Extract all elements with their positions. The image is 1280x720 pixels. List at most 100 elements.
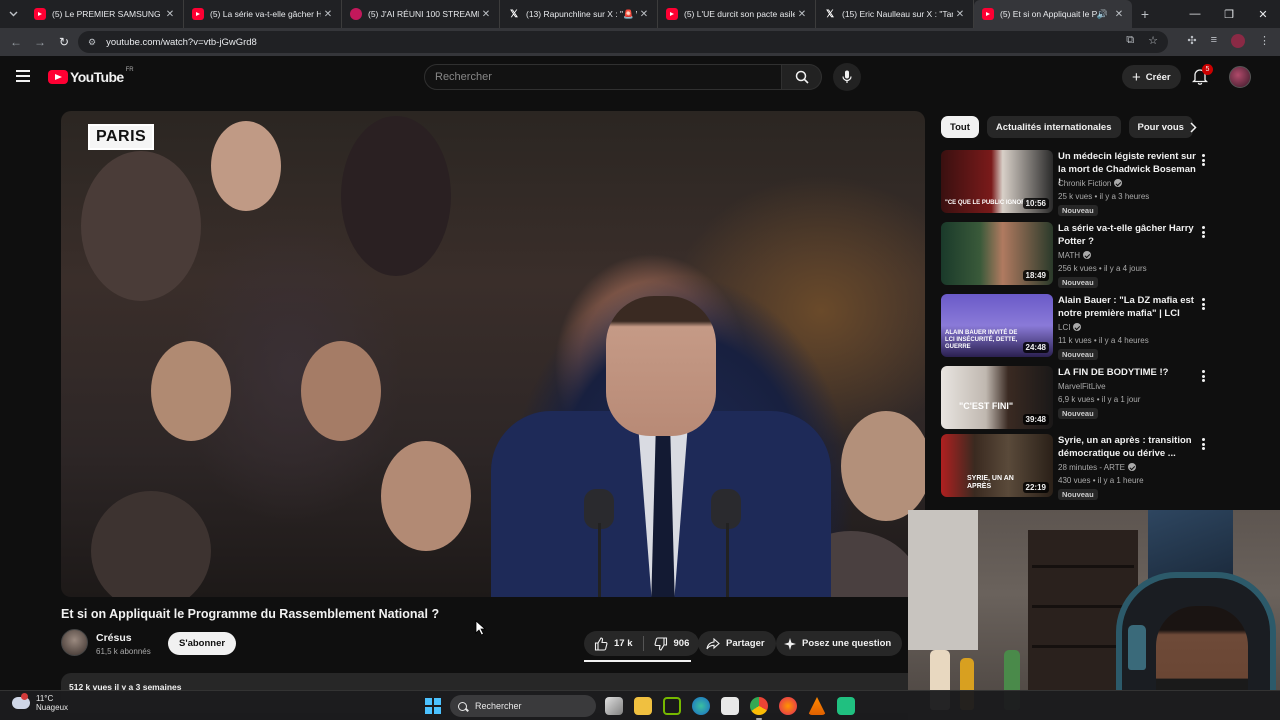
reload-icon[interactable]: ↻ — [52, 35, 76, 49]
chrome-icon[interactable] — [750, 697, 768, 720]
recommendation-item[interactable]: ALAIN BAUER INVITÉ DE LCI INSÉCURITÉ, DE… — [941, 294, 1221, 360]
install-app-icon[interactable]: ⧉ — [1126, 34, 1134, 47]
bookmark-star-icon[interactable]: ☆ — [1148, 34, 1158, 47]
video-thumbnail[interactable]: ALAIN BAUER INVITÉ DE LCI INSÉCURITÉ, DE… — [941, 294, 1053, 357]
chip-tout[interactable]: Tout — [941, 116, 979, 138]
recommendation-channel[interactable]: Chronik Fiction — [1058, 179, 1123, 188]
more-options-icon[interactable] — [1200, 368, 1206, 384]
recommendation-item[interactable]: "C'EST FINI" 39:48 LA FIN DE BODYTIME !?… — [941, 366, 1221, 432]
microphone-stand — [598, 523, 601, 597]
channel-name: MarvelFitLive — [1058, 382, 1106, 391]
recommendation-channel[interactable]: MarvelFitLive — [1058, 382, 1106, 391]
close-window-icon[interactable]: ✕ — [1246, 0, 1280, 28]
url-omnibox[interactable]: ⚙ youtube.com/watch?v=vtb-jGwGrd8 ⧉ ☆ — [78, 31, 1168, 53]
voice-search-button[interactable] — [833, 63, 861, 91]
windows-taskbar: 11°C Nuageux Rechercher — [0, 690, 1280, 720]
search-button[interactable] — [782, 64, 822, 90]
taskbar-search[interactable]: Rechercher — [450, 695, 596, 717]
more-options-icon[interactable] — [1200, 152, 1206, 168]
youtube-logo[interactable]: YouTube FR — [48, 67, 134, 85]
new-badge: Nouveau — [1058, 277, 1098, 288]
ask-question-button[interactable]: Posez une question — [776, 631, 903, 656]
account-avatar[interactable] — [1229, 66, 1251, 88]
task-view-icon[interactable] — [605, 697, 623, 715]
close-icon[interactable]: ✕ — [163, 9, 177, 20]
like-button[interactable]: 17 k — [584, 631, 643, 656]
close-icon[interactable]: ✕ — [953, 9, 967, 20]
browser-tab-active[interactable]: (5) Et si on Appliquait le Pro 🔊 ✕ — [974, 0, 1132, 28]
nvidia-icon[interactable] — [663, 697, 681, 715]
extensions-puzzle-icon[interactable]: ✣ — [1187, 34, 1196, 48]
video-thumbnail[interactable]: "CE QUE LE PUBLIC IGNORAIT" 10:56 — [941, 150, 1053, 213]
video-thumbnail[interactable]: 18:49 — [941, 222, 1053, 285]
share-button[interactable]: Partager — [698, 631, 776, 656]
recommendation-item[interactable]: "CE QUE LE PUBLIC IGNORAIT" 10:56 Un méd… — [941, 150, 1221, 216]
file-explorer-icon[interactable] — [634, 697, 652, 715]
tab-search-button[interactable] — [0, 0, 26, 28]
more-options-icon[interactable] — [1200, 296, 1206, 312]
create-button[interactable]: + Créer — [1122, 65, 1181, 89]
search-icon — [795, 70, 809, 84]
recommendation-item[interactable]: SYRIE, UN AN APRÈS 22:19 Syrie, un an ap… — [941, 434, 1221, 500]
browser-tab[interactable]: (5) L'UE durcit son pacte asile e ✕ — [658, 0, 816, 28]
hamburger-menu-icon[interactable] — [16, 70, 30, 82]
channel-name[interactable]: Crésus — [96, 632, 132, 644]
chat-app-icon[interactable] — [837, 697, 855, 715]
close-icon[interactable]: ✕ — [795, 9, 809, 20]
microsoft-store-icon[interactable] — [721, 697, 739, 715]
notification-badge: 5 — [1202, 64, 1213, 75]
recommendation-title[interactable]: Syrie, un an après : transition démocrat… — [1058, 434, 1198, 460]
windows-start-icon[interactable] — [425, 698, 441, 714]
vlc-icon[interactable] — [808, 697, 826, 715]
notifications-button[interactable]: 5 — [1191, 64, 1213, 86]
browser-menu-icon[interactable]: ⋮ — [1259, 34, 1270, 48]
browser-tab[interactable]: (5) J'AI RÉUNI 100 STREAMERS ✕ — [342, 0, 500, 28]
more-options-icon[interactable] — [1200, 224, 1206, 240]
back-arrow-icon[interactable]: ← — [4, 35, 28, 49]
close-icon[interactable]: ✕ — [637, 9, 651, 20]
recommendation-item[interactable]: 18:49 La série va-t-elle gâcher Harry Po… — [941, 222, 1221, 288]
country-code: FR — [125, 67, 134, 73]
chips-next-button[interactable] — [1184, 118, 1202, 136]
chevron-right-icon — [1189, 121, 1197, 133]
close-icon[interactable]: ✕ — [321, 9, 335, 20]
search-box[interactable] — [424, 64, 782, 90]
window-controls: — ❐ ✕ — [1178, 0, 1280, 28]
media-control-icon[interactable]: ≡ — [1211, 34, 1217, 48]
recommendation-channel[interactable]: LCI — [1058, 323, 1082, 332]
weather-widget[interactable]: 11°C Nuageux — [12, 693, 68, 712]
minimize-icon[interactable]: — — [1178, 0, 1212, 28]
recommendation-channel[interactable]: 28 minutes - ARTE — [1058, 463, 1136, 472]
restore-icon[interactable]: ❐ — [1212, 0, 1246, 28]
chip-actualites-internationales[interactable]: Actualités internationales — [986, 116, 1121, 138]
close-icon[interactable]: ✕ — [1112, 9, 1126, 20]
browser-tab[interactable]: 𝕏 (13) Rapunchline sur X : "🚨 WI ✕ — [500, 0, 658, 28]
recommendation-channel[interactable]: MATH — [1058, 251, 1092, 260]
recommendation-title[interactable]: LA FIN DE BODYTIME !? — [1058, 366, 1198, 379]
browser-tab[interactable]: 𝕏 (15) Eric Naulleau sur X : "Tandi ✕ — [816, 0, 974, 28]
video-thumbnail[interactable]: SYRIE, UN AN APRÈS 22:19 — [941, 434, 1053, 497]
forward-arrow-icon[interactable]: → — [28, 35, 52, 49]
url-text[interactable]: youtube.com/watch?v=vtb-jGwGrd8 — [106, 37, 257, 48]
video-player[interactable] — [61, 111, 925, 597]
more-options-icon[interactable] — [1200, 436, 1206, 452]
new-tab-button[interactable]: + — [1132, 6, 1158, 22]
subscribe-button[interactable]: S'abonner — [168, 632, 237, 655]
channel-avatar[interactable] — [61, 629, 88, 656]
close-icon[interactable]: ✕ — [479, 9, 493, 20]
edge-browser-icon[interactable] — [692, 697, 710, 715]
dislike-button[interactable]: 906 — [644, 631, 700, 656]
video-thumbnail[interactable]: "C'EST FINI" 39:48 — [941, 366, 1053, 429]
browser-tab[interactable]: (5) La série va-t-elle gâcher Ha ✕ — [184, 0, 342, 28]
firefox-icon[interactable] — [779, 697, 797, 715]
site-info-icon[interactable]: ⚙ — [88, 37, 96, 48]
youtube-favicon-icon — [34, 8, 46, 20]
crowd-figure — [341, 116, 451, 276]
browser-tab[interactable]: (5) Le PREMIER SAMSUNG qui a ✕ — [26, 0, 184, 28]
recommendation-title[interactable]: La série va-t-elle gâcher Harry Potter ? — [1058, 222, 1198, 248]
speaker-icon[interactable]: 🔊 — [1097, 9, 1108, 20]
chevron-down-icon — [9, 11, 17, 17]
search-input[interactable] — [435, 71, 781, 83]
profile-avatar-icon[interactable] — [1231, 34, 1245, 48]
recommendation-title[interactable]: Alain Bauer : "La DZ mafia est notre pre… — [1058, 294, 1198, 320]
